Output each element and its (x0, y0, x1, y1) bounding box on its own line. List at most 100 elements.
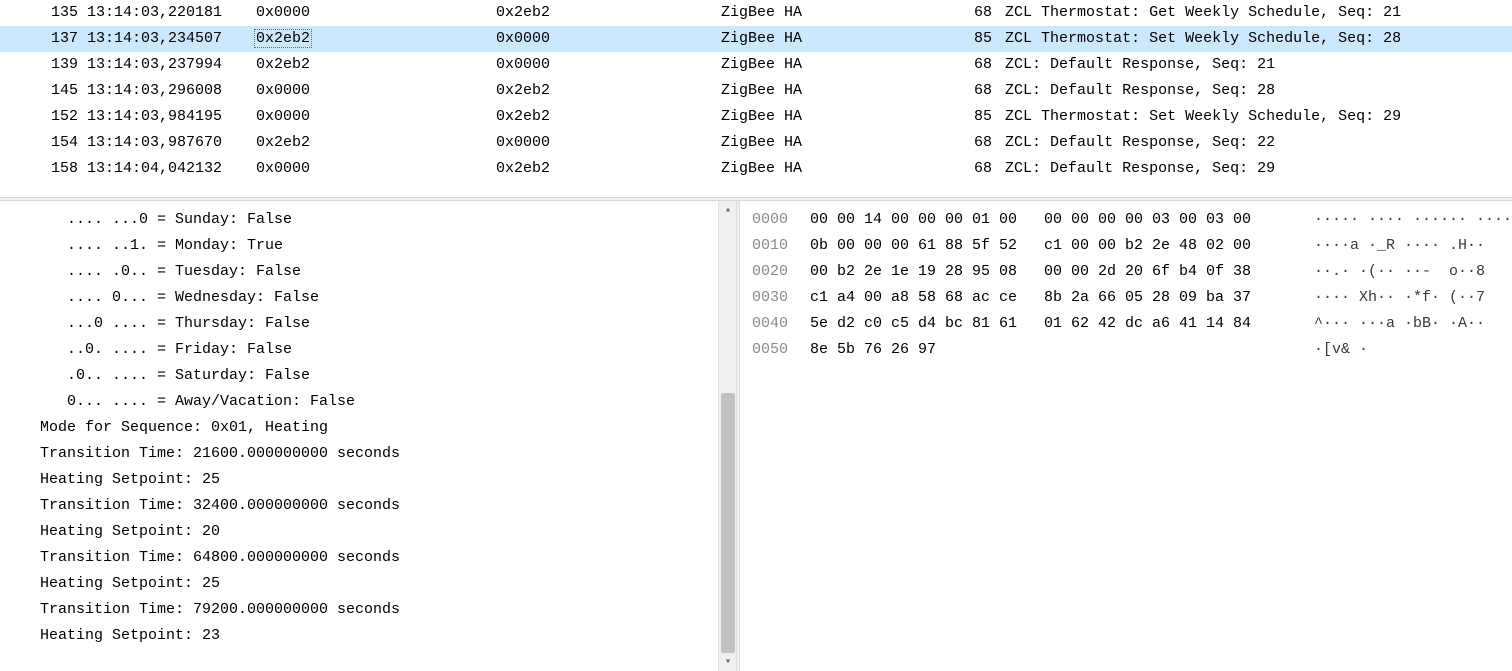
packet-row[interactable]: 145 13:14:03,296008 0x00000x2eb2ZigBee H… (0, 78, 1512, 104)
hex-bytes: 0b 00 00 00 61 88 5f 52 c1 00 00 b2 2e 4… (810, 233, 1314, 259)
col-src: 0x2eb2 (256, 26, 496, 52)
hex-ascii: ····a ·_R ···· .H·· (1314, 233, 1512, 259)
detail-line: Transition Time: 79200.000000000 seconds (40, 597, 736, 623)
detail-line: 0... .... = Away/Vacation: False (40, 389, 736, 415)
detail-text: ..0. .... = Friday: False (40, 341, 292, 358)
packet-row[interactable]: 158 13:14:04,042132 0x00000x2eb2ZigBee H… (0, 156, 1512, 182)
col-info: ZCL: Default Response, Seq: 22 (1001, 130, 1512, 156)
detail-line: ..0. .... = Friday: False (40, 337, 736, 363)
col-len: 85 (956, 104, 992, 130)
detail-line: Heating Setpoint: 20 (40, 519, 736, 545)
detail-text: Heating Setpoint: 20 (40, 523, 220, 540)
details-vertical-scrollbar[interactable]: ▴ ▾ (718, 201, 736, 671)
col-len: 68 (956, 52, 992, 78)
col-info: ZCL: Default Response, Seq: 21 (1001, 52, 1512, 78)
packet-bytes-pane[interactable]: 000000 00 14 00 00 00 01 00 00 00 00 00 … (740, 201, 1512, 671)
detail-text: Transition Time: 79200.000000000 seconds (40, 601, 400, 618)
detail-line: Heating Setpoint: 25 (40, 571, 736, 597)
col-no: 137 (38, 26, 78, 52)
hex-bytes: 8e 5b 76 26 97 (810, 337, 1314, 363)
detail-line: .... ..1. = Monday: True (40, 233, 736, 259)
detail-text: Transition Time: 64800.000000000 seconds (40, 549, 400, 566)
hex-row[interactable]: 00100b 00 00 00 61 88 5f 52 c1 00 00 b2 … (740, 233, 1512, 259)
hex-bytes: c1 a4 00 a8 58 68 ac ce 8b 2a 66 05 28 0… (810, 285, 1314, 311)
hex-row[interactable]: 002000 b2 2e 1e 19 28 95 08 00 00 2d 20 … (740, 259, 1512, 285)
col-len: 68 (956, 0, 992, 26)
col-proto: ZigBee HA (721, 0, 956, 26)
col-time: 13:14:03,987670 (87, 130, 247, 156)
packet-row[interactable]: 152 13:14:03,984195 0x00000x2eb2ZigBee H… (0, 104, 1512, 130)
packet-row[interactable]: 154 13:14:03,987670 0x2eb20x0000ZigBee H… (0, 130, 1512, 156)
hex-row[interactable]: 000000 00 14 00 00 00 01 00 00 00 00 00 … (740, 207, 1512, 233)
col-proto: ZigBee HA (721, 26, 956, 52)
scroll-up-icon[interactable]: ▴ (719, 201, 737, 219)
col-proto: ZigBee HA (721, 130, 956, 156)
col-src: 0x0000 (256, 78, 496, 104)
detail-text: 0... .... = Away/Vacation: False (40, 393, 355, 410)
packet-details-pane[interactable]: .... ...0 = Sunday: False .... ..1. = Mo… (0, 201, 736, 671)
col-proto: ZigBee HA (721, 78, 956, 104)
packet-row[interactable]: 137 13:14:03,234507 0x2eb20x0000ZigBee H… (0, 26, 1512, 52)
hex-row[interactable]: 00508e 5b 76 26 97·[v& · (740, 337, 1512, 363)
detail-text: .... ...0 = Sunday: False (40, 211, 292, 228)
detail-text: Mode for Sequence: 0x01, Heating (40, 419, 328, 436)
col-proto: ZigBee HA (721, 156, 956, 182)
scroll-thumb[interactable] (721, 393, 735, 653)
detail-text: ...0 .... = Thursday: False (40, 315, 310, 332)
hex-bytes: 5e d2 c0 c5 d4 bc 81 61 01 62 42 dc a6 4… (810, 311, 1314, 337)
col-info: ZCL: Default Response, Seq: 28 (1001, 78, 1512, 104)
col-no: 158 (38, 156, 78, 182)
packet-row[interactable]: 139 13:14:03,237994 0x2eb20x0000ZigBee H… (0, 52, 1512, 78)
detail-text: .... ..1. = Monday: True (40, 237, 283, 254)
detail-line: Transition Time: 32400.000000000 seconds (40, 493, 736, 519)
col-src: 0x0000 (256, 104, 496, 130)
col-len: 68 (956, 130, 992, 156)
col-time: 13:14:03,984195 (87, 104, 247, 130)
col-no: 135 (38, 0, 78, 26)
hex-bytes: 00 b2 2e 1e 19 28 95 08 00 00 2d 20 6f b… (810, 259, 1314, 285)
detail-text: .... .0.. = Tuesday: False (40, 263, 301, 280)
hex-row[interactable]: 00405e d2 c0 c5 d4 bc 81 61 01 62 42 dc … (740, 311, 1512, 337)
col-dst: 0x2eb2 (496, 78, 721, 104)
detail-line: .... 0... = Wednesday: False (40, 285, 736, 311)
col-src: 0x0000 (256, 0, 496, 26)
detail-text: Transition Time: 32400.000000000 seconds (40, 497, 400, 514)
expand-icon[interactable]: › (56, 415, 70, 441)
col-len: 68 (956, 156, 992, 182)
hex-offset: 0030 (740, 285, 810, 311)
col-time: 13:14:03,237994 (87, 52, 247, 78)
col-len: 85 (956, 26, 992, 52)
scroll-down-icon[interactable]: ▾ (719, 653, 737, 671)
hex-ascii: ^··· ···a ·bB· ·A·· (1314, 311, 1512, 337)
detail-text: Heating Setpoint: 25 (40, 575, 220, 592)
hex-offset: 0020 (740, 259, 810, 285)
detail-line: .... .0.. = Tuesday: False (40, 259, 736, 285)
col-dst: 0x2eb2 (496, 0, 721, 26)
col-time: 13:14:03,220181 (87, 0, 247, 26)
col-dst: 0x0000 (496, 26, 721, 52)
detail-line: Transition Time: 64800.000000000 seconds (40, 545, 736, 571)
hex-ascii: ···· Xh·· ·*f· (··7 (1314, 285, 1512, 311)
col-info: ZCL Thermostat: Set Weekly Schedule, Seq… (1001, 26, 1512, 52)
hex-ascii: ··.· ·(·· ··- o··8 (1314, 259, 1512, 285)
col-dst: 0x2eb2 (496, 104, 721, 130)
detail-text: .... 0... = Wednesday: False (40, 289, 319, 306)
col-info: ZCL Thermostat: Get Weekly Schedule, Seq… (1001, 0, 1512, 26)
packet-list[interactable]: 135 13:14:03,220181 0x00000x2eb2ZigBee H… (0, 0, 1512, 197)
col-time: 13:14:04,042132 (87, 156, 247, 182)
col-no: 154 (38, 130, 78, 156)
detail-line: ...0 .... = Thursday: False (40, 311, 736, 337)
hex-ascii: ····· ···· ······ ···· (1314, 207, 1512, 233)
detail-line: .... ...0 = Sunday: False (40, 207, 736, 233)
detail-line: Heating Setpoint: 23 (40, 623, 736, 649)
detail-expandable-line[interactable]: ›Mode for Sequence: 0x01, Heating (40, 415, 736, 441)
col-no: 152 (38, 104, 78, 130)
col-src: 0x2eb2 (256, 130, 496, 156)
col-src: 0x0000 (256, 156, 496, 182)
hex-ascii: ·[v& · (1314, 337, 1512, 363)
col-dst: 0x0000 (496, 52, 721, 78)
hex-row[interactable]: 0030c1 a4 00 a8 58 68 ac ce 8b 2a 66 05 … (740, 285, 1512, 311)
packet-row[interactable]: 135 13:14:03,220181 0x00000x2eb2ZigBee H… (0, 0, 1512, 26)
col-proto: ZigBee HA (721, 104, 956, 130)
detail-text: Heating Setpoint: 25 (40, 471, 220, 488)
